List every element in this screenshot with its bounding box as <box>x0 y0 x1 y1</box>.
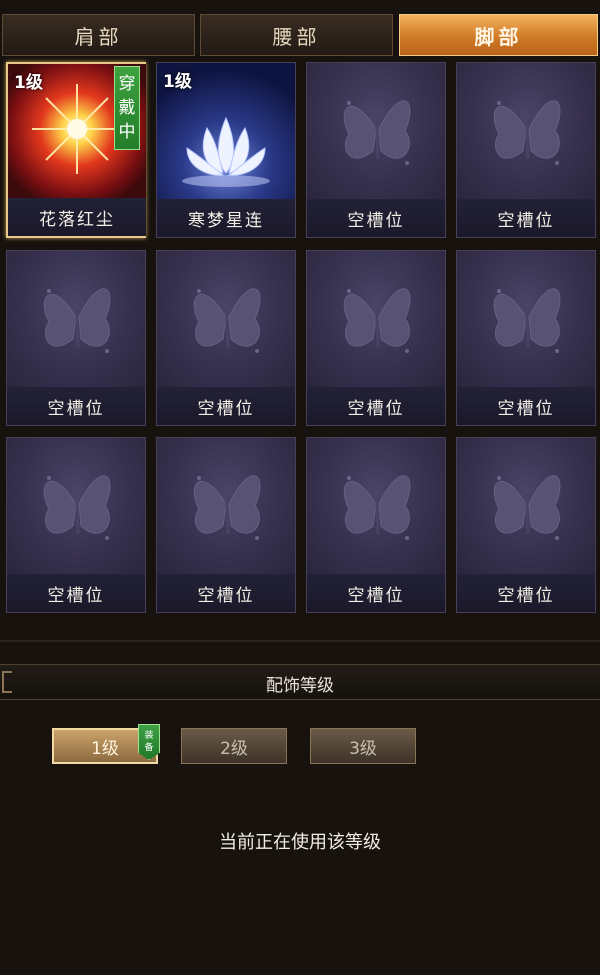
badge-char: 穿 <box>118 74 136 94</box>
empty-slot-card[interactable]: 空槽位 <box>456 62 596 238</box>
equipped-badge: 穿戴中 <box>114 66 140 150</box>
slot-art <box>457 438 595 574</box>
empty-slot-card[interactable]: 空槽位 <box>306 437 446 613</box>
slot-art <box>157 251 295 387</box>
butterfly-placeholder-icon <box>193 475 261 540</box>
butterfly-placeholder-icon <box>493 475 561 540</box>
butterfly-placeholder-icon <box>43 475 111 540</box>
empty-slot-card[interactable]: 空槽位 <box>456 250 596 426</box>
tab-shoulder[interactable]: 肩部 <box>2 14 195 56</box>
slot-name: 空槽位 <box>307 387 445 425</box>
slot-art <box>157 438 295 574</box>
slot-name: 空槽位 <box>457 574 595 612</box>
slot-art <box>457 63 595 199</box>
tab-bar: 肩部 腰部 脚部 <box>0 14 600 58</box>
equipped-badge-label: 装备 <box>144 730 153 754</box>
slot-name: 空槽位 <box>157 574 295 612</box>
slot-art <box>457 251 595 387</box>
section-title: 配饰等级 <box>266 675 334 696</box>
section-header: 配饰等级 <box>0 664 600 700</box>
slot-level-label: 1级 <box>163 72 192 92</box>
butterfly-placeholder-icon <box>343 475 411 540</box>
slot-art <box>307 251 445 387</box>
slot-art <box>7 438 145 574</box>
slot-level-label: 1级 <box>14 73 43 93</box>
slot-name: 空槽位 <box>307 574 445 612</box>
butterfly-placeholder-icon <box>343 288 411 353</box>
empty-slot-card[interactable]: 空槽位 <box>156 437 296 613</box>
divider <box>0 640 600 642</box>
slot-name: 花落红尘 <box>8 198 146 236</box>
equipped-badge-icon: 装备 <box>138 724 160 760</box>
butterfly-placeholder-icon <box>493 288 561 353</box>
empty-slot-card[interactable]: 空槽位 <box>306 250 446 426</box>
butterfly-placeholder-icon <box>43 288 111 353</box>
badge-char: 备 <box>144 743 154 753</box>
slot-art <box>7 251 145 387</box>
empty-slot-card[interactable]: 空槽位 <box>456 437 596 613</box>
badge-char: 中 <box>118 122 136 142</box>
accessory-card[interactable]: 1级 穿戴中花落红尘 <box>6 62 146 238</box>
slot-name: 寒梦星连 <box>157 199 295 237</box>
empty-slot-card[interactable]: 空槽位 <box>6 250 146 426</box>
tab-waist[interactable]: 腰部 <box>200 14 393 56</box>
slot-name: 空槽位 <box>457 387 595 425</box>
slot-name: 空槽位 <box>7 387 145 425</box>
badge-char: 戴 <box>118 98 136 118</box>
slot-name: 空槽位 <box>157 387 295 425</box>
tab-feet[interactable]: 脚部 <box>399 14 598 56</box>
badge-char: 装 <box>144 731 154 741</box>
empty-slot-card[interactable]: 空槽位 <box>6 437 146 613</box>
empty-slot-card[interactable]: 空槽位 <box>306 62 446 238</box>
level-3-button[interactable]: 3级 <box>310 728 416 764</box>
slot-name: 空槽位 <box>7 574 145 612</box>
slot-art <box>307 438 445 574</box>
slot-name: 空槽位 <box>457 199 595 237</box>
empty-slot-card[interactable]: 空槽位 <box>156 250 296 426</box>
slot-art <box>307 63 445 199</box>
accessory-card[interactable]: 1级寒梦星连 <box>156 62 296 238</box>
butterfly-placeholder-icon <box>493 100 561 165</box>
slot-name: 空槽位 <box>307 199 445 237</box>
butterfly-placeholder-icon <box>343 100 411 165</box>
butterfly-placeholder-icon <box>193 288 261 353</box>
level-2-button[interactable]: 2级 <box>181 728 287 764</box>
status-text: 当前正在使用该等级 <box>219 832 381 853</box>
